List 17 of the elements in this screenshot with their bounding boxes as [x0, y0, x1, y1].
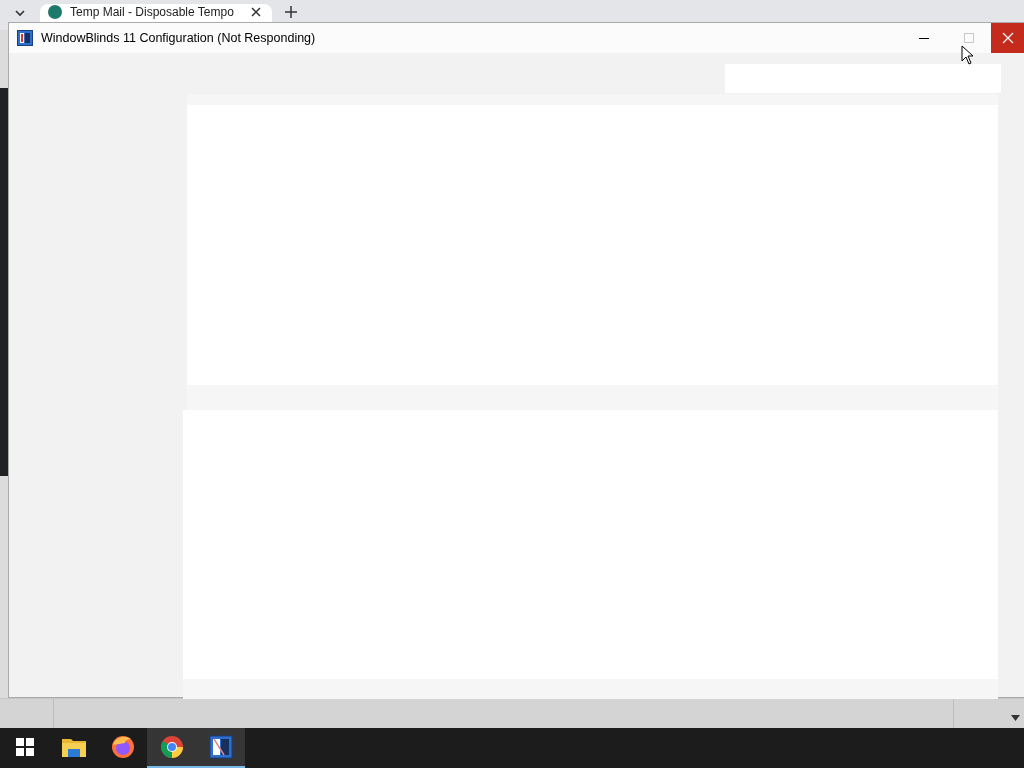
windows-logo-icon: [15, 738, 34, 756]
folder-icon: [61, 737, 86, 757]
close-icon: [1001, 32, 1014, 44]
close-icon[interactable]: [251, 7, 261, 17]
close-button[interactable]: [991, 23, 1024, 53]
dropdown-arrow-icon[interactable]: [1011, 715, 1020, 721]
taskbar-button[interactable]: [196, 728, 245, 768]
browser-circle-icon: [159, 735, 184, 759]
taskbar-button[interactable]: [147, 728, 196, 768]
plus-icon[interactable]: [285, 6, 297, 18]
app-icon: [17, 30, 33, 46]
window-title: WindowBlinds 11 Configuration (Not Responding): [41, 29, 316, 47]
maximize-icon: [963, 33, 974, 43]
app-icon: [208, 735, 233, 759]
chevron-down-icon[interactable]: [13, 8, 27, 18]
minimize-icon: [918, 37, 929, 39]
browser-globe-icon: [110, 735, 135, 759]
